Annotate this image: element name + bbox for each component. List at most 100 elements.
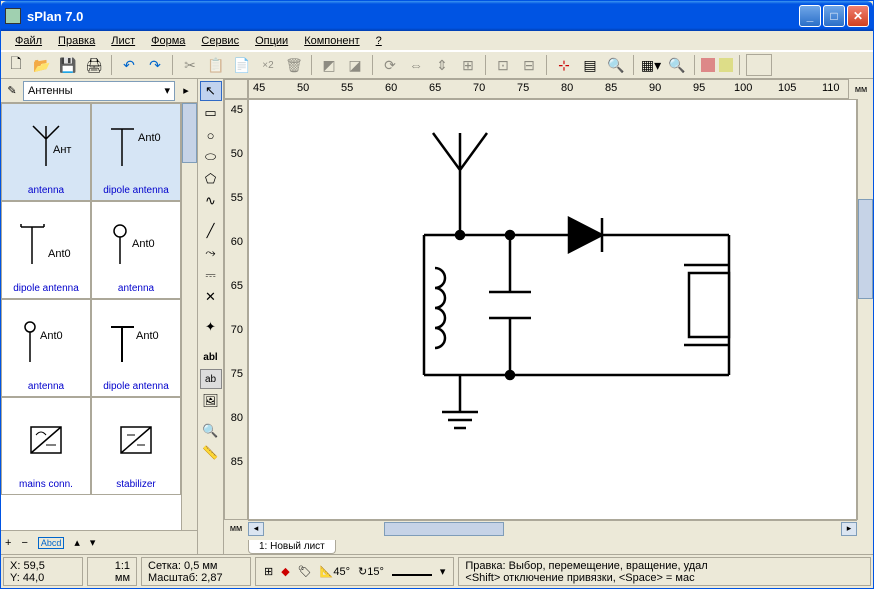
color1-button[interactable] [701, 58, 715, 72]
library-item-label: antenna [28, 185, 64, 196]
library-item[interactable]: stabilizer [91, 397, 181, 495]
menu-options[interactable]: Опции [247, 33, 296, 49]
cut-button[interactable]: ✂ [179, 54, 201, 76]
maximize-button[interactable]: □ [823, 5, 845, 27]
group-button[interactable]: ⊡ [492, 54, 514, 76]
menu-file[interactable]: Файл [7, 33, 50, 49]
vertical-ruler: 45 50 55 60 65 70 75 80 85 [224, 99, 248, 520]
ruler-corner [224, 79, 248, 99]
zoom-button[interactable]: 🔍 [666, 54, 688, 76]
ellipse-tool[interactable]: ⬭ [200, 147, 222, 167]
label-tool[interactable]: abl [200, 347, 222, 367]
horizontal-scrollbar[interactable]: ◂ ▸ [248, 520, 857, 536]
poly-tool[interactable]: ⬠ [200, 169, 222, 189]
library-item[interactable]: mains conn. [1, 397, 91, 495]
copy-button[interactable]: 📋 [205, 54, 227, 76]
library-chevron-icon[interactable]: ▸ [177, 82, 195, 100]
junction-tool[interactable]: ✕ [200, 287, 222, 307]
rect-tool[interactable]: ▭ [200, 103, 222, 123]
lib-remove-icon[interactable]: − [21, 537, 27, 549]
library-item[interactable]: Ant0 antenna [1, 299, 91, 397]
library-item[interactable]: Ant0 dipole antenna [1, 201, 91, 299]
paste-button[interactable]: 📄 [231, 54, 253, 76]
svg-text:Ant0: Ant0 [138, 132, 161, 144]
svg-text:Ant0: Ant0 [132, 238, 155, 250]
angle-icon[interactable]: 📐45° [320, 565, 350, 578]
align-button[interactable]: ⊞ [457, 54, 479, 76]
redo-button[interactable]: ↷ [144, 54, 166, 76]
print-button[interactable]: 🖨 [83, 54, 105, 76]
status-hint: Правка: Выбор, перемещение, вращение, уд… [458, 557, 871, 586]
extra-button[interactable] [746, 54, 772, 76]
line-style[interactable] [392, 574, 432, 576]
window-title: sPlan 7.0 [27, 9, 797, 24]
library-item[interactable]: Ant0 antenna [91, 201, 181, 299]
ruler-unit-v: мм [224, 520, 248, 536]
save-button[interactable]: 💾 [57, 54, 79, 76]
sheet-tab[interactable]: 1: Новый лист [248, 540, 336, 554]
menu-form[interactable]: Форма [143, 33, 193, 49]
back-button[interactable]: ◪ [344, 54, 366, 76]
library-item-label: dipole antenna [13, 283, 79, 294]
snap-button[interactable]: ⊹ [553, 54, 575, 76]
ungroup-button[interactable]: ⊟ [518, 54, 540, 76]
minimize-button[interactable]: _ [799, 5, 821, 27]
menu-service[interactable]: Сервис [193, 33, 247, 49]
library-item[interactable]: Ant0 dipole antenna [91, 299, 181, 397]
lib-down-icon[interactable]: ▾ [90, 536, 96, 549]
bezier-tool[interactable]: ⤳ [200, 243, 222, 263]
pointer-tool[interactable]: ↖ [200, 81, 222, 101]
tag-icon[interactable]: 🏷 [298, 565, 312, 578]
text-tool[interactable]: ab [200, 369, 222, 389]
library-grid: Ант antenna Ant0 dipole antenna Ant0 dip… [1, 103, 181, 530]
circle-tool[interactable]: ○ [200, 125, 222, 145]
new-button[interactable]: 🗋 [5, 54, 27, 76]
library-item-label: mains conn. [19, 479, 73, 490]
list-button[interactable]: ▤ [579, 54, 601, 76]
svg-text:Ant0: Ant0 [48, 248, 71, 260]
menu-component[interactable]: Компонент [296, 33, 367, 49]
color2-button[interactable] [719, 58, 733, 72]
lib-text-icon[interactable]: Abcd [38, 537, 65, 549]
library-dropdown[interactable]: Антенны ▾ [23, 81, 175, 101]
status-grid: Сетка: 0,5 мм Масштаб: 2,87 [141, 557, 251, 586]
line-dropdown[interactable]: ▾ [440, 565, 446, 578]
menu-help[interactable]: ? [368, 33, 390, 49]
vertical-scrollbar[interactable] [857, 99, 873, 520]
drawing-canvas[interactable] [248, 99, 857, 520]
menubar: Файл Правка Лист Форма Сервис Опции Комп… [1, 31, 873, 51]
menu-sheet[interactable]: Лист [103, 33, 143, 49]
undo-button[interactable]: ↶ [118, 54, 140, 76]
wire-tool[interactable]: ⎓ [200, 265, 222, 285]
rotate-button[interactable]: ⟳ [379, 54, 401, 76]
horizontal-ruler: 45 50 55 60 65 70 75 80 85 90 95 100 [248, 79, 849, 99]
rotate-icon[interactable]: ↻15° [358, 565, 384, 578]
curve-tool[interactable]: ∿ [200, 191, 222, 211]
menu-edit[interactable]: Правка [50, 33, 103, 49]
delete-button[interactable]: 🗑 [283, 54, 305, 76]
fliph-button[interactable]: ⇔ [405, 54, 427, 76]
library-edit-icon[interactable]: ✎ [3, 82, 21, 100]
library-item-label: antenna [118, 283, 154, 294]
svg-text:Ant0: Ant0 [40, 330, 63, 342]
find-button[interactable]: 🔍 [605, 54, 627, 76]
open-button[interactable]: 📂 [31, 54, 53, 76]
node-tool[interactable]: ✦ [200, 317, 222, 337]
snap-icon[interactable]: ◆ [281, 565, 289, 578]
flipv-button[interactable]: ⇕ [431, 54, 453, 76]
close-button[interactable]: ✕ [847, 5, 869, 27]
status-bar: X: 59,5 Y: 44,0 1:1 мм Сетка: 0,5 мм Мас… [1, 554, 873, 588]
library-item[interactable]: Ант antenna [1, 103, 91, 201]
measure-tool[interactable]: 📏 [200, 443, 222, 463]
image-tool[interactable]: 🖼 [200, 391, 222, 411]
layers-button[interactable]: ▦▾ [640, 54, 662, 76]
line-tool[interactable]: ╱ [200, 221, 222, 241]
grid-icon[interactable]: ⊞ [264, 565, 273, 578]
library-scrollbar[interactable] [181, 103, 197, 530]
lib-add-icon[interactable]: + [5, 537, 11, 549]
library-item[interactable]: Ant0 dipole antenna [91, 103, 181, 201]
duplicate-button[interactable]: ×2 [257, 54, 279, 76]
lib-up-icon[interactable]: ▴ [74, 536, 80, 549]
zoom-tool[interactable]: 🔍 [200, 421, 222, 441]
front-button[interactable]: ◩ [318, 54, 340, 76]
